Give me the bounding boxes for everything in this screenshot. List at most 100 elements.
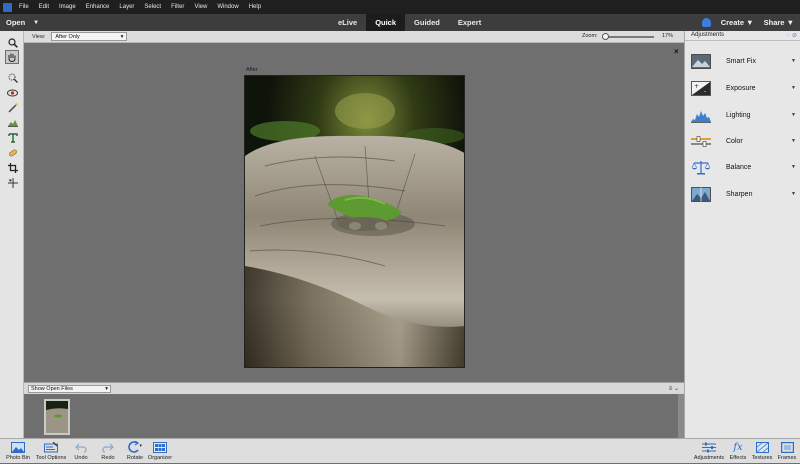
view-select-value: After Only bbox=[55, 33, 80, 40]
crop-tool-icon[interactable] bbox=[7, 162, 18, 173]
panel-options-icon[interactable]: ◌ ⊘ bbox=[787, 32, 797, 39]
frames-button[interactable]: Frames bbox=[777, 439, 797, 464]
chevron-down-icon: ▼ bbox=[786, 18, 794, 27]
chevron-down-icon: ▾ bbox=[105, 386, 108, 392]
taskbar-label: Undo bbox=[74, 455, 88, 461]
taskbar-label: Effects bbox=[729, 455, 747, 461]
chevron-down-icon: ▼ bbox=[791, 164, 796, 170]
zoom-slider-handle[interactable] bbox=[601, 33, 609, 40]
taskbar-label: Organizer bbox=[147, 455, 173, 461]
chevron-down-icon: ▼ bbox=[791, 191, 796, 197]
tab-expert[interactable]: Expert bbox=[449, 14, 490, 31]
chevron-down-icon: ▼ bbox=[791, 85, 796, 91]
taskbar-label: Frames bbox=[777, 455, 797, 461]
adjustment-label: Smart Fix bbox=[726, 57, 756, 65]
tab-quick[interactable]: Quick bbox=[366, 14, 406, 31]
zoom-slider[interactable] bbox=[602, 36, 654, 38]
exposure-icon: + - bbox=[691, 80, 711, 96]
toolbox bbox=[0, 31, 24, 438]
adjustment-label: Sharpen bbox=[726, 190, 753, 198]
adjustment-sharpen[interactable]: Sharpen ▼ bbox=[685, 181, 800, 207]
lighting-icon bbox=[691, 107, 711, 123]
adjustment-label: Color bbox=[726, 137, 743, 145]
mode-bar: Open ▼ eLive Quick Guided Expert Create … bbox=[0, 14, 800, 31]
svg-text:-: - bbox=[704, 88, 706, 95]
bin-select-value: Show Open Files bbox=[31, 386, 73, 392]
hand-tool-icon[interactable] bbox=[5, 50, 19, 64]
tool-options-button[interactable]: Tool Options bbox=[34, 439, 68, 464]
menu-file[interactable]: File bbox=[14, 4, 34, 10]
redo-button[interactable]: Redo bbox=[99, 439, 117, 464]
undo-icon bbox=[75, 439, 87, 455]
menu-layer[interactable]: Layer bbox=[114, 4, 139, 10]
menu-help[interactable]: Help bbox=[244, 4, 266, 10]
menu-edit[interactable]: Edit bbox=[34, 4, 54, 10]
whiten-teeth-tool-icon[interactable] bbox=[7, 102, 18, 113]
photo-bin-icon bbox=[11, 439, 25, 455]
bin-menu-icon[interactable]: ≡ ⌄ bbox=[669, 385, 679, 392]
rotate-button[interactable]: ▾ Rotate bbox=[124, 439, 146, 464]
adjustment-exposure[interactable]: + - Exposure ▼ bbox=[685, 75, 800, 101]
chevron-down-icon: ▼ bbox=[791, 112, 796, 118]
organizer-icon bbox=[153, 439, 167, 455]
adjustments-icon bbox=[702, 439, 716, 455]
frames-icon bbox=[780, 439, 794, 455]
open-label: Open bbox=[6, 18, 26, 27]
adjustment-smart-fix[interactable]: Smart Fix ▼ bbox=[685, 48, 800, 74]
svg-text:+: + bbox=[694, 83, 699, 90]
type-tool-icon[interactable] bbox=[7, 132, 18, 143]
chevron-down-icon: ▼ bbox=[791, 58, 796, 64]
photo-bin-button[interactable]: Photo Bin bbox=[6, 439, 30, 464]
app-logo-icon bbox=[0, 0, 14, 14]
sharpen-icon bbox=[691, 186, 711, 202]
open-button[interactable]: Open ▼ bbox=[6, 14, 39, 31]
tab-elive[interactable]: eLive bbox=[329, 14, 366, 31]
adjustment-label: Balance bbox=[726, 163, 752, 171]
tab-guided[interactable]: Guided bbox=[405, 14, 449, 31]
quick-selection-tool-icon[interactable] bbox=[7, 72, 18, 83]
photo-bin-bar: Show Open Files ▾ ≡ ⌄ bbox=[24, 382, 684, 394]
panel-header: Adjustments ◌ ⊘ bbox=[685, 31, 800, 41]
effects-icon: fx bbox=[733, 441, 743, 453]
move-tool-icon[interactable] bbox=[7, 177, 18, 188]
smart-fix-icon bbox=[691, 53, 711, 69]
undo-button[interactable]: Undo bbox=[72, 439, 90, 464]
menu-image[interactable]: Image bbox=[54, 4, 81, 10]
effects-button[interactable]: fx Effects bbox=[728, 439, 748, 464]
adjustment-lighting[interactable]: Lighting ▼ bbox=[685, 102, 800, 128]
document-image[interactable] bbox=[244, 75, 465, 368]
close-document-icon[interactable]: × bbox=[674, 47, 679, 56]
zoom-tool-icon[interactable] bbox=[7, 37, 18, 48]
create-button[interactable]: Create ▼ bbox=[721, 18, 754, 27]
organizer-button[interactable]: Organizer bbox=[148, 439, 172, 464]
menu-view[interactable]: View bbox=[189, 4, 212, 10]
notification-bell-icon[interactable] bbox=[701, 18, 711, 27]
view-select[interactable]: After Only ▾ bbox=[51, 32, 128, 41]
textures-icon bbox=[755, 439, 769, 455]
rotate-icon: ▾ bbox=[127, 439, 143, 455]
menu-filter[interactable]: Filter bbox=[166, 4, 189, 10]
share-button[interactable]: Share ▼ bbox=[764, 18, 794, 27]
red-eye-tool-icon[interactable] bbox=[7, 87, 18, 98]
balance-icon bbox=[691, 159, 711, 175]
menu-list: File Edit Image Enhance Layer Select Fil… bbox=[14, 4, 266, 10]
chevron-down-icon: ▼ bbox=[746, 18, 754, 27]
textures-button[interactable]: Textures bbox=[751, 439, 773, 464]
chevron-down-icon: ▾ bbox=[120, 33, 124, 40]
spot-healing-brush-icon[interactable] bbox=[7, 147, 18, 158]
share-label: Share bbox=[763, 18, 785, 27]
taskbar-label: Textures bbox=[751, 455, 773, 461]
svg-text:▾: ▾ bbox=[140, 443, 143, 449]
bin-show-select[interactable]: Show Open Files ▾ bbox=[28, 385, 111, 393]
menu-select[interactable]: Select bbox=[139, 4, 166, 10]
adjustment-label: Lighting bbox=[726, 111, 751, 119]
adjustment-color[interactable]: Color ▼ bbox=[685, 128, 800, 154]
menu-window[interactable]: Window bbox=[212, 4, 243, 10]
photo-bin bbox=[24, 394, 684, 438]
straighten-tool-icon[interactable] bbox=[7, 117, 18, 128]
photo-bin-thumbnail[interactable] bbox=[44, 399, 70, 435]
adjustments-button[interactable]: Adjustments bbox=[692, 439, 726, 464]
adjustment-balance[interactable]: Balance ▼ bbox=[685, 154, 800, 180]
chevron-down-icon: ▼ bbox=[33, 19, 40, 26]
menu-enhance[interactable]: Enhance bbox=[81, 4, 115, 10]
